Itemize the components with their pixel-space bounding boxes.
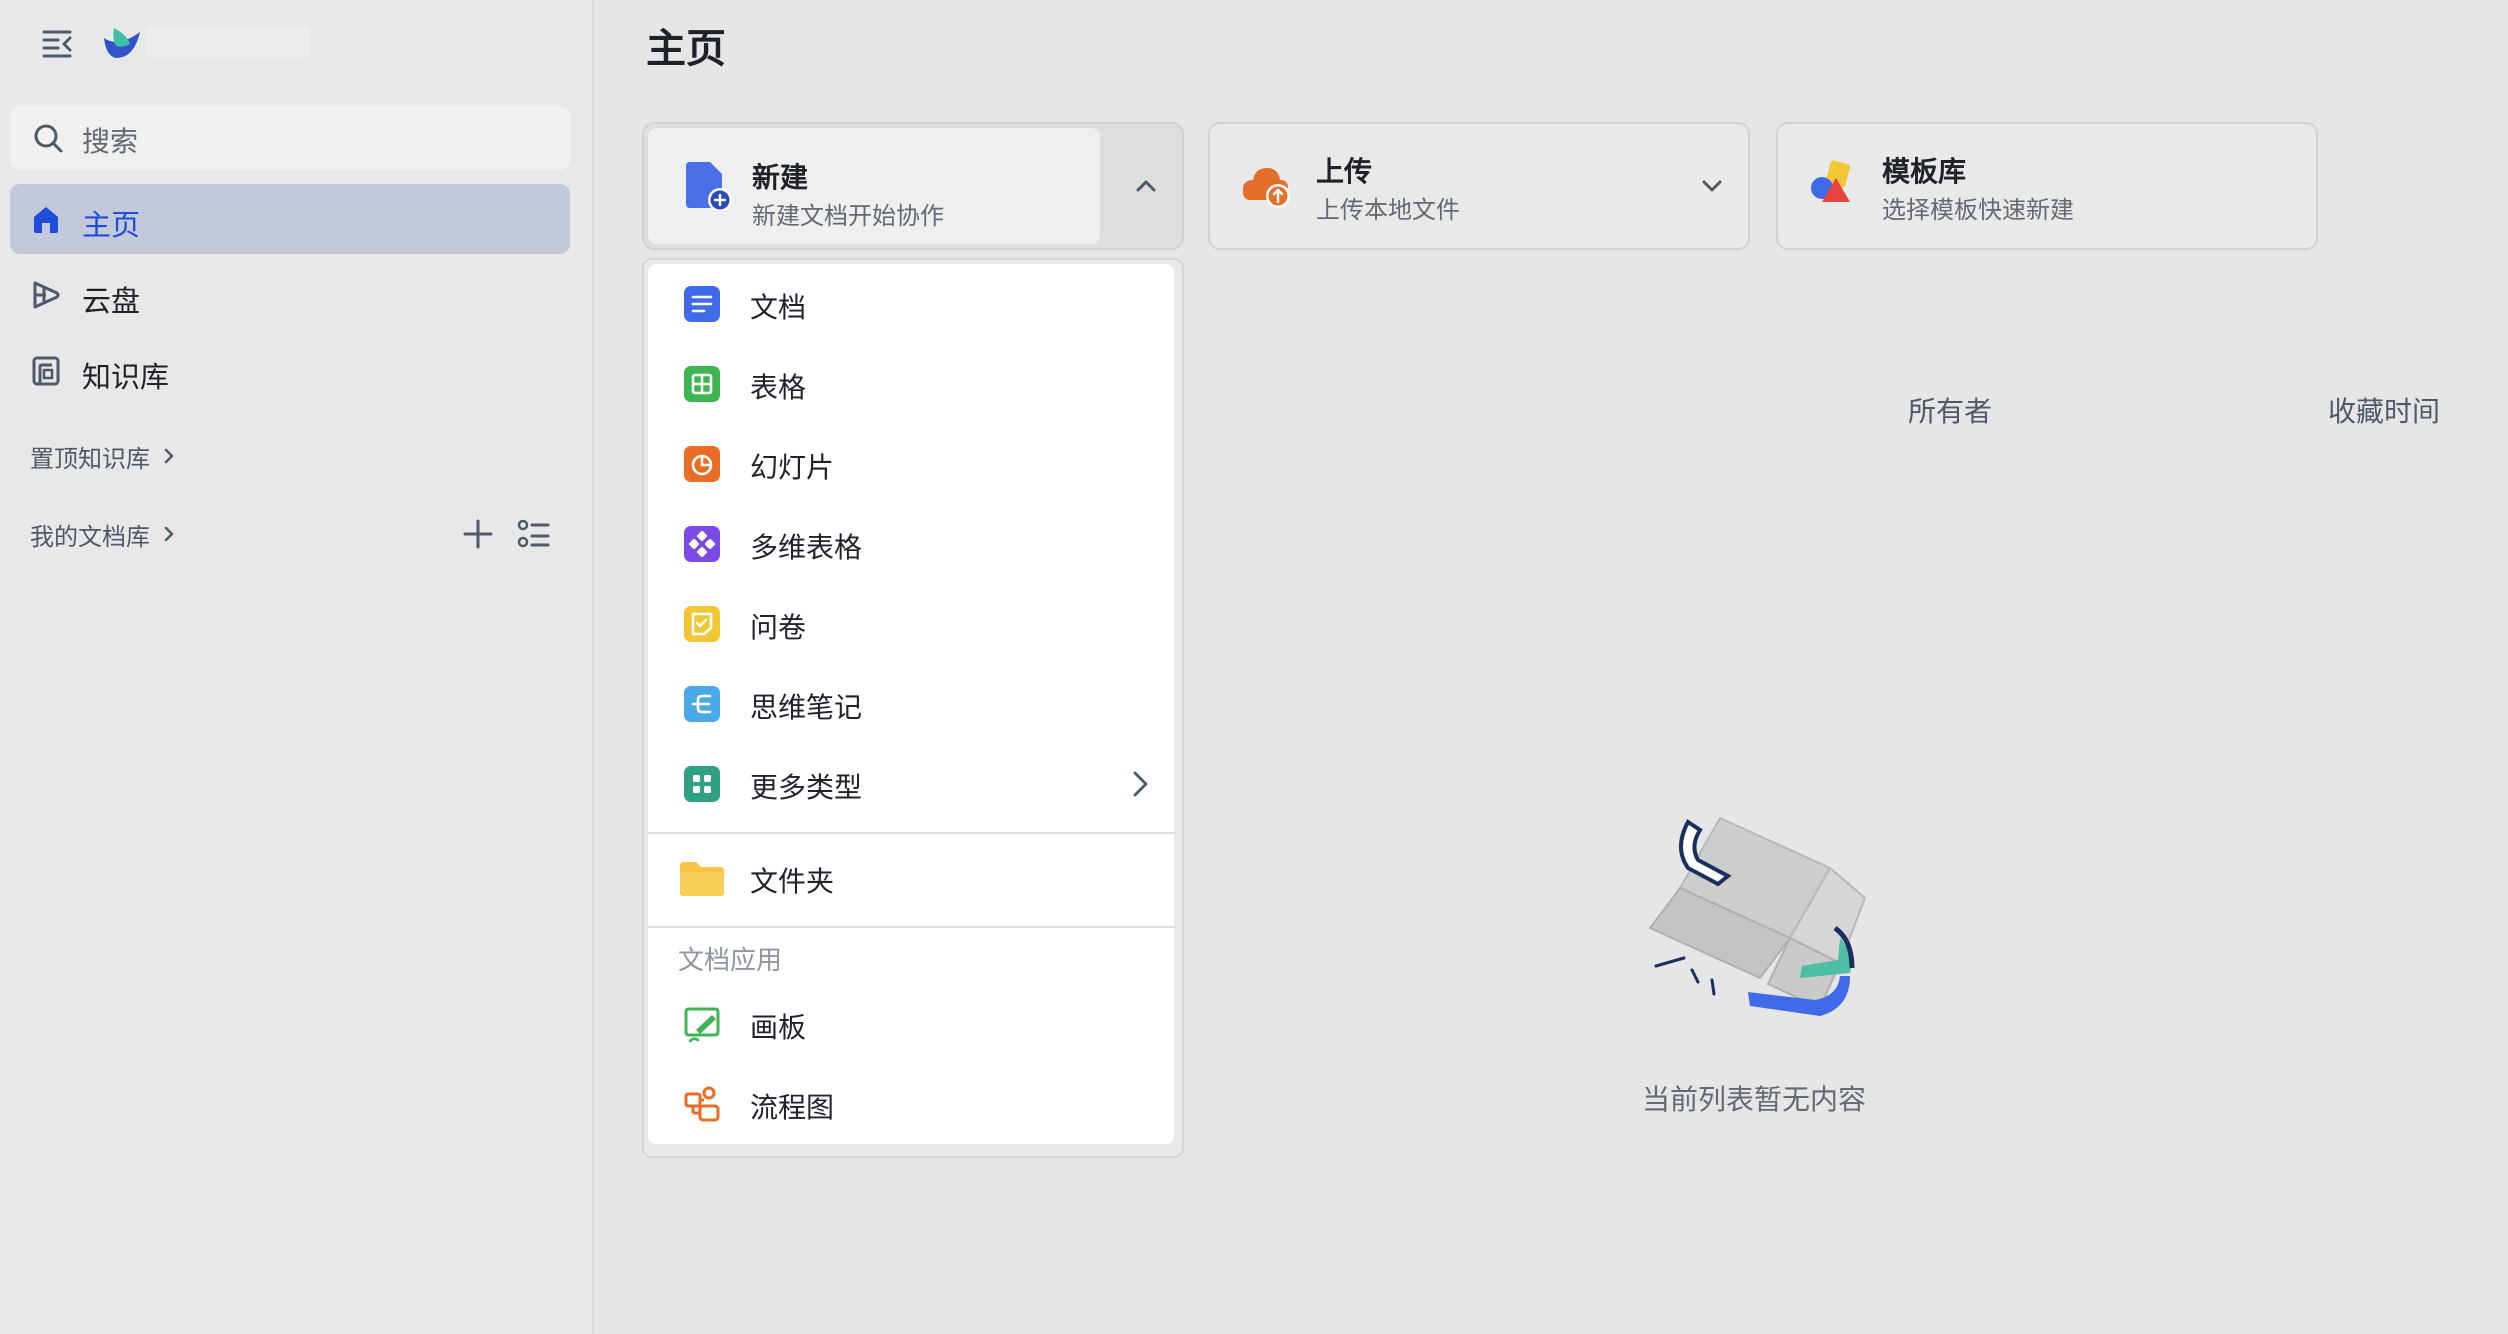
menu-item-doc[interactable]: 文档: [648, 264, 1174, 344]
menu-item-slides[interactable]: 幻灯片: [648, 424, 1174, 504]
search-placeholder: 搜索: [82, 125, 139, 158]
sidebar-header: [0, 0, 594, 90]
sidebar-item-label: 知识库: [82, 360, 170, 394]
card-title: 模板库: [1882, 155, 1967, 188]
menu-divider: [648, 832, 1174, 834]
menu-item-flowchart[interactable]: 流程图: [648, 1064, 1174, 1144]
doc-icon: [684, 286, 720, 322]
column-header-fav-time[interactable]: 收藏时间: [2328, 390, 2440, 430]
knowledge-base-icon: [32, 356, 60, 386]
page-title: 主页: [646, 26, 726, 72]
menu-item-label: 思维笔记: [750, 691, 863, 724]
app-logo-icon: [104, 28, 140, 58]
base-icon: [684, 526, 720, 562]
chevron-down-icon[interactable]: [1694, 168, 1730, 204]
menu-item-base[interactable]: 多维表格: [648, 504, 1174, 584]
card-title: 新建: [752, 161, 809, 194]
dropdown-panel: 文档 表格 幻灯片 多维表格 问卷 思维笔记 更多类型 文件夹 文档应用 画板 …: [648, 264, 1174, 1144]
empty-box-illustration: [1648, 816, 1867, 1016]
sheet-icon: [684, 366, 720, 402]
menu-item-folder[interactable]: 文件夹: [648, 838, 1174, 918]
home-icon: [34, 207, 58, 233]
cloud-drive-icon: [33, 281, 60, 309]
chevron-right-icon: [1133, 771, 1148, 797]
sidebar-item-knowledge-base[interactable]: 知识库: [10, 336, 570, 406]
menu-item-label: 多维表格: [750, 531, 863, 564]
template-card[interactable]: 模板库 选择模板快速新建: [1776, 122, 2318, 250]
flowchart-icon: [684, 1086, 720, 1122]
card-subtitle: 新建文档开始协作: [752, 202, 944, 230]
sidebar-item-cloud-drive[interactable]: 云盘: [10, 260, 570, 330]
template-library-icon: [1811, 160, 1851, 202]
add-icon[interactable]: [458, 514, 498, 554]
sidebar-item-label: 云盘: [82, 284, 141, 318]
sidebar-item-home[interactable]: 主页: [10, 184, 570, 254]
menu-item-label: 文档: [750, 291, 807, 324]
new-button[interactable]: 新建 新建文档开始协作: [648, 128, 1100, 244]
card-subtitle: 上传本地文件: [1316, 196, 1460, 224]
chevron-up-icon[interactable]: [1128, 168, 1164, 204]
search-input[interactable]: 搜索: [10, 106, 570, 170]
new-card[interactable]: 新建 新建文档开始协作: [642, 122, 1184, 250]
menu-item-label: 更多类型: [750, 771, 863, 804]
search-icon: [34, 124, 63, 153]
my-library-section[interactable]: 我的文档库: [30, 514, 178, 554]
whiteboard-icon: [684, 1007, 720, 1043]
menu-item-more-types[interactable]: 更多类型: [648, 744, 1174, 824]
column-header-owner[interactable]: 所有者: [1908, 390, 1992, 430]
menu-divider: [648, 926, 1174, 928]
menu-item-label: 流程图: [750, 1091, 835, 1124]
list-options-icon[interactable]: [514, 514, 554, 554]
chevron-right-icon: [164, 448, 174, 464]
pinned-knowledge-base-section[interactable]: 置顶知识库: [30, 436, 178, 476]
app-window: 搜索 主页 云盘 知识库 置顶知识库 我的文档库 主页 新建 新建文档开始协作 …: [0, 0, 2508, 1334]
card-subtitle: 选择模板快速新建: [1882, 196, 2074, 224]
menu-item-label: 文件夹: [750, 865, 835, 898]
new-doc-icon: [686, 162, 732, 212]
workspace-name-redacted: [146, 26, 310, 58]
folder-icon: [680, 862, 724, 896]
menu-item-form[interactable]: 问卷: [648, 584, 1174, 664]
section-title: 置顶知识库: [30, 444, 150, 473]
chevron-right-icon: [164, 526, 174, 542]
menu-item-whiteboard[interactable]: 画板: [648, 984, 1174, 1064]
mindnote-icon: [684, 686, 720, 722]
form-icon: [684, 606, 720, 642]
collapse-sidebar-icon[interactable]: [38, 26, 78, 60]
upload-card[interactable]: 上传 上传本地文件: [1208, 122, 1750, 250]
new-type-dropdown: 文档 表格 幻灯片 多维表格 问卷 思维笔记 更多类型 文件夹 文档应用 画板 …: [642, 258, 1184, 1158]
section-title: 我的文档库: [30, 522, 150, 551]
upload-cloud-icon: [1242, 168, 1290, 208]
menu-item-mindnote[interactable]: 思维笔记: [648, 664, 1174, 744]
sidebar: 搜索 主页 云盘 知识库 置顶知识库 我的文档库: [0, 0, 594, 1334]
more-types-icon: [684, 766, 720, 802]
menu-item-label: 问卷: [750, 611, 807, 644]
empty-state-text: 当前列表暂无内容: [1642, 1083, 1867, 1116]
menu-item-sheet[interactable]: 表格: [648, 344, 1174, 424]
menu-section-title: 文档应用: [678, 946, 783, 976]
sidebar-item-label: 主页: [82, 208, 141, 242]
menu-item-label: 幻灯片: [750, 451, 835, 484]
menu-item-label: 画板: [750, 1011, 807, 1044]
card-title: 上传: [1316, 155, 1373, 188]
menu-item-label: 表格: [750, 371, 807, 404]
slides-icon: [684, 446, 720, 482]
